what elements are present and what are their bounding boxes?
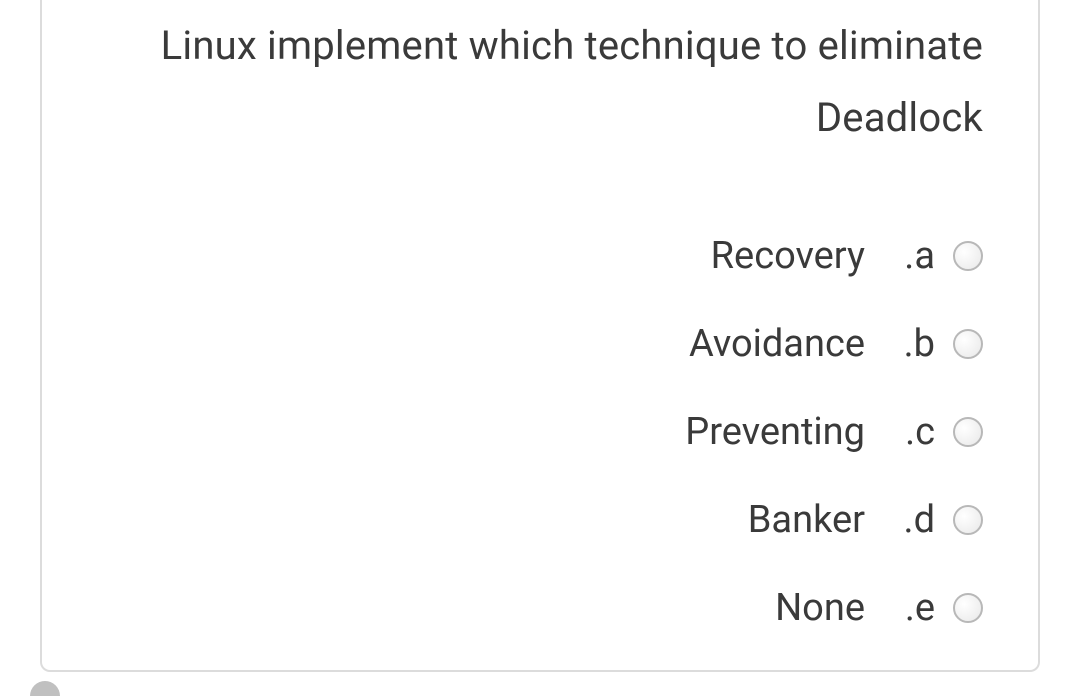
radio-c[interactable] (953, 417, 983, 447)
options-list: .a Recovery .b Avoidance .c Preventing .… (122, 234, 983, 630)
option-letter-c: .c (893, 410, 935, 454)
option-letter-e: .e (893, 586, 935, 630)
option-letter-d: .d (893, 498, 935, 542)
question-card: Linux implement which technique to elimi… (40, 0, 1040, 672)
option-label-a: Recovery (711, 234, 865, 278)
radio-b[interactable] (953, 329, 983, 359)
option-a[interactable]: .a Recovery (711, 234, 983, 278)
option-e[interactable]: .e None (775, 586, 983, 630)
option-b[interactable]: .b Avoidance (689, 322, 983, 366)
option-d[interactable]: .d Banker (748, 498, 983, 542)
option-letter-a: .a (893, 234, 935, 278)
option-label-e: None (775, 586, 865, 630)
option-letter-b: .b (893, 322, 935, 366)
radio-e[interactable] (953, 593, 983, 623)
partial-control-bottom (30, 681, 60, 696)
radio-d[interactable] (953, 505, 983, 535)
radio-a[interactable] (953, 241, 983, 271)
option-label-b: Avoidance (689, 322, 865, 366)
question-text: Linux implement which technique to elimi… (122, 10, 983, 154)
option-c[interactable]: .c Preventing (685, 410, 983, 454)
option-label-d: Banker (748, 498, 865, 542)
option-label-c: Preventing (685, 410, 865, 454)
